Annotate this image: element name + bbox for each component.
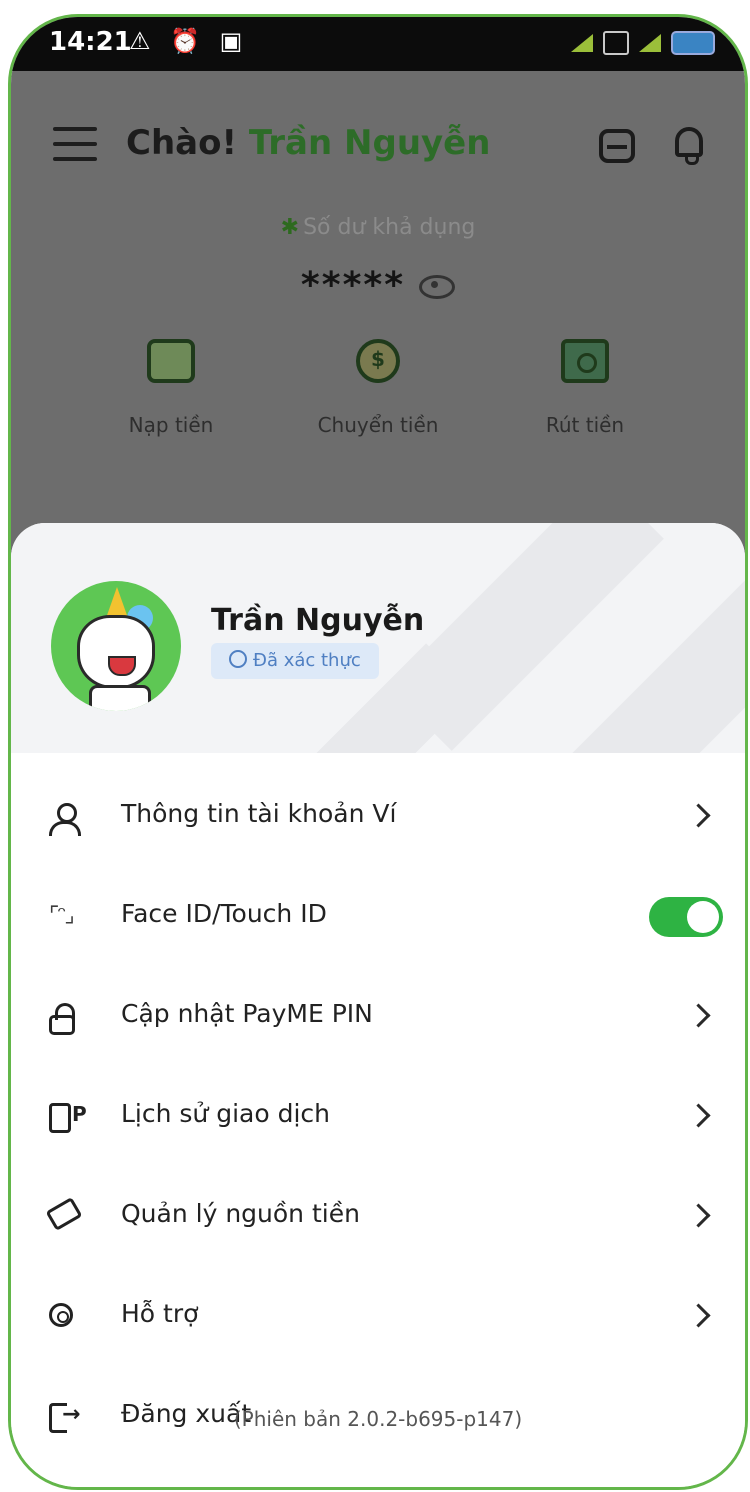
app-version: (Phiên bản 2.0.2-b695-p147) (233, 1407, 523, 1431)
menu-item-face-id: ⌜ᵔ⌟ Face ID/Touch ID (11, 879, 745, 959)
signal-4g-icon (639, 34, 661, 52)
avatar[interactable] (51, 581, 181, 711)
money-source-icon (45, 1196, 83, 1232)
menu-item-support[interactable]: Hỗ trợ (11, 1279, 745, 1359)
phone-frame: 14:21 ⚠ ⏰ ▣ Chào! Trần Nguyễn ✱ Số dư khả… (8, 14, 748, 1490)
greeting-user-name: Trần Nguyễn (248, 123, 491, 163)
signal-icon (571, 34, 593, 52)
system-icons (571, 31, 715, 55)
chevron-right-icon (686, 1203, 711, 1228)
action-deposit[interactable]: Nạp tiền (71, 339, 271, 437)
qr-scan-icon[interactable] (599, 129, 635, 163)
transfer-icon (356, 339, 400, 383)
history-icon (49, 1102, 87, 1133)
verified-badge-text: Đã xác thực (253, 650, 361, 671)
bell-icon[interactable] (675, 127, 703, 165)
wallet-icon (147, 339, 195, 383)
action-withdraw-label: Rút tiền (545, 413, 625, 437)
profile-name: Trần Nguyễn (211, 603, 425, 638)
menu-item-label: Face ID/Touch ID (121, 899, 327, 928)
menu-item-label: Hỗ trợ (121, 1299, 199, 1328)
hamburger-menu-icon[interactable] (53, 127, 97, 167)
menu-item-account-info[interactable]: Thông tin tài khoản Ví (11, 779, 745, 859)
menu-item-update-pin[interactable]: Cập nhật PayME PIN (11, 979, 745, 1059)
home-screen-dimmed: 14:21 ⚠ ⏰ ▣ Chào! Trần Nguyễn ✱ Số dư khả… (11, 17, 745, 577)
menu-item-label: Quản lý nguồn tiền (121, 1199, 360, 1228)
unicorn-body (89, 685, 151, 711)
support-icon (49, 1303, 73, 1327)
balance-masked: ***** (300, 265, 406, 306)
face-id-toggle[interactable] (649, 897, 723, 937)
status-time: 14:21 (49, 27, 132, 57)
menu-item-label: Thông tin tài khoản Ví (121, 799, 397, 828)
verified-badge: Đã xác thực (211, 643, 379, 679)
check-circle-icon (229, 650, 247, 668)
withdraw-icon (561, 339, 609, 383)
chevron-right-icon (686, 1003, 711, 1028)
status-bar: 14:21 ⚠ ⏰ ▣ (11, 17, 745, 71)
face-id-icon: ⌜ᵔ⌟ (49, 903, 75, 928)
menu-item-transaction-history[interactable]: Lịch sử giao dịch (11, 1079, 745, 1159)
unicorn-mouth (108, 656, 136, 676)
greeting-text: Chào! (126, 123, 237, 163)
lock-icon (49, 1003, 79, 1035)
action-transfer-label: Chuyển tiền (317, 413, 439, 437)
user-icon (49, 803, 81, 836)
menu-item-label: Cập nhật PayME PIN (121, 999, 373, 1028)
menu-item-money-source[interactable]: Quản lý nguồn tiền (11, 1179, 745, 1259)
account-bottom-sheet: Trần Nguyễn Đã xác thực Thông tin tài kh… (11, 523, 745, 1487)
chevron-right-icon (686, 1103, 711, 1128)
quick-actions: Nạp tiền Chuyển tiền Rút tiền (11, 339, 745, 459)
balance-label: ✱ Số dư khả dụng (11, 215, 745, 240)
eye-icon[interactable] (419, 275, 456, 299)
action-transfer[interactable]: Chuyển tiền (278, 339, 478, 437)
greeting: Chào! Trần Nguyễn (126, 123, 490, 163)
app-header: Chào! Trần Nguyễn (11, 107, 745, 187)
menu-item-label: Lịch sử giao dịch (121, 1099, 331, 1128)
notification-icons: ⚠ ⏰ ▣ (129, 27, 249, 55)
action-withdraw[interactable]: Rút tiền (485, 339, 685, 437)
battery-icon (671, 31, 715, 55)
unicorn-head (77, 615, 155, 689)
balance-value: ***** (11, 265, 745, 306)
chevron-right-icon (686, 1303, 711, 1328)
chevron-right-icon (686, 803, 711, 828)
toggle-knob (687, 901, 719, 933)
balance-label-text: Số dư khả dụng (303, 215, 476, 240)
action-deposit-label: Nạp tiền (128, 413, 214, 437)
leaf-icon: ✱ (280, 215, 300, 240)
profile-header: Trần Nguyễn Đã xác thực (11, 523, 745, 753)
sim-icon (603, 31, 629, 55)
